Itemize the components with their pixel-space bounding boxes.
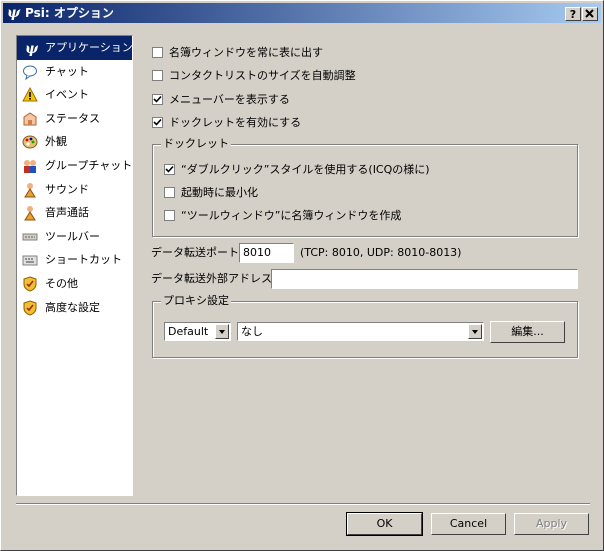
sidebar-item-label: グループチャット <box>45 158 133 172</box>
sidebar-item-label: ステータス <box>45 111 100 125</box>
chat-bubble-icon <box>22 64 38 80</box>
sidebar-item-appearance[interactable]: 外観 <box>17 130 132 154</box>
window-title: Psi: オプション <box>25 6 114 20</box>
show-menubar-label: メニューバーを表示する <box>169 93 290 106</box>
show-menubar-checkbox[interactable] <box>152 94 163 105</box>
proxy-value: なし <box>241 325 263 338</box>
toolwindow-label: “ツールウィンドウ”に名簿ウィンドウを作成 <box>181 209 402 222</box>
help-button[interactable]: ? <box>565 7 581 21</box>
svg-text:ψ: ψ <box>25 41 38 56</box>
sidebar-item-events[interactable]: イベント <box>17 83 132 107</box>
shield-icon <box>22 276 38 292</box>
transfer-port-info: (TCP: 8010, UDP: 8010-8013) <box>300 246 462 259</box>
close-icon <box>585 9 594 18</box>
auto-resize-checkbox[interactable] <box>152 70 163 81</box>
sidebar-item-application[interactable]: ψ アプリケーション <box>17 36 133 60</box>
shield-icon <box>22 300 38 316</box>
sidebar-item-label: その他 <box>45 276 78 290</box>
sidebar-item-label: チャット <box>45 64 89 78</box>
transfer-port-input[interactable]: 8010 <box>239 243 294 263</box>
options-window: ψ Psi: オプション ? ψ アプリケーション チャット イベント ステータ… <box>0 0 604 551</box>
roster-on-top-checkbox[interactable] <box>152 47 163 58</box>
psi-logo-icon: ψ <box>7 5 21 21</box>
sidebar-item-misc[interactable]: その他 <box>17 272 132 296</box>
proxy-group-title: プロキシ設定 <box>161 294 231 308</box>
category-list[interactable]: ψ アプリケーション チャット イベント ステータス 外観 グループチャット サ… <box>16 35 133 496</box>
auto-resize-label: コンタクトリストのサイズを自動調整 <box>169 69 356 82</box>
sidebar-item-label: 音声通話 <box>45 206 89 220</box>
sidebar-item-label: 外観 <box>45 135 67 149</box>
sidebar-item-toolbar[interactable]: ツールバー <box>17 225 132 249</box>
sidebar-item-label: アプリケーション <box>45 41 133 54</box>
external-address-label: データ転送外部アドレス: <box>151 272 276 285</box>
sidebar-item-status[interactable]: ステータス <box>17 107 132 131</box>
proxy-select[interactable]: なし <box>237 322 484 341</box>
roster-on-top-label: 名簿ウィンドウを常に表に出す <box>169 46 323 59</box>
sidebar-item-label: イベント <box>45 88 89 102</box>
shortcut-icon <box>22 252 38 268</box>
voice-call-icon <box>22 205 38 221</box>
sidebar-item-sound[interactable]: サウンド <box>17 178 132 202</box>
sidebar-item-chat[interactable]: チャット <box>17 60 132 84</box>
double-click-checkbox[interactable] <box>164 164 175 175</box>
chevron-down-icon[interactable] <box>468 324 482 339</box>
ok-button[interactable]: OK <box>346 512 423 536</box>
palette-icon <box>22 134 38 150</box>
enable-docklet-checkbox[interactable] <box>152 117 163 128</box>
psi-logo-icon: ψ <box>22 40 39 57</box>
sidebar-item-label: 高度な設定 <box>45 300 100 314</box>
group-chat-icon <box>22 158 38 174</box>
cancel-button[interactable]: Cancel <box>431 513 506 535</box>
proxy-type-select[interactable]: Default <box>164 322 231 341</box>
divider <box>16 503 590 505</box>
docklet-group-title: ドックレット <box>161 137 231 151</box>
toolwindow-checkbox[interactable] <box>164 210 175 221</box>
sidebar-item-voice[interactable]: 音声通話 <box>17 201 132 225</box>
sidebar-item-advanced[interactable]: 高度な設定 <box>17 296 132 320</box>
chevron-down-icon[interactable] <box>215 324 229 339</box>
sidebar-item-label: ショートカット <box>45 253 122 267</box>
checkmark-icon <box>153 118 162 126</box>
sidebar-item-shortcuts[interactable]: ショートカット <box>17 248 132 272</box>
sound-icon <box>22 182 38 198</box>
enable-docklet-label: ドックレットを有効にする <box>169 116 302 129</box>
start-minimized-checkbox[interactable] <box>164 187 175 198</box>
start-minimized-label: 起動時に最小化 <box>181 186 258 199</box>
checkmark-icon <box>165 165 174 173</box>
sidebar-item-groupchat[interactable]: グループチャット <box>17 154 132 178</box>
checkmark-icon <box>153 95 162 103</box>
warning-icon <box>22 87 38 103</box>
proxy-type-value: Default <box>168 325 209 338</box>
proxy-edit-button[interactable]: 編集... <box>490 321 565 343</box>
title-bar[interactable]: ψ Psi: オプション ? <box>3 3 601 23</box>
toolbar-icon <box>22 229 38 245</box>
status-icon <box>22 111 38 127</box>
double-click-label: “ダブルクリック”スタイルを使用する(ICQの様に) <box>181 163 430 176</box>
sidebar-item-label: サウンド <box>45 182 89 196</box>
sidebar-item-label: ツールバー <box>45 229 100 243</box>
apply-button[interactable]: Apply <box>514 513 589 535</box>
external-address-input[interactable] <box>271 269 578 289</box>
close-button[interactable] <box>582 7 598 21</box>
transfer-port-label: データ転送ポート: <box>151 246 243 259</box>
